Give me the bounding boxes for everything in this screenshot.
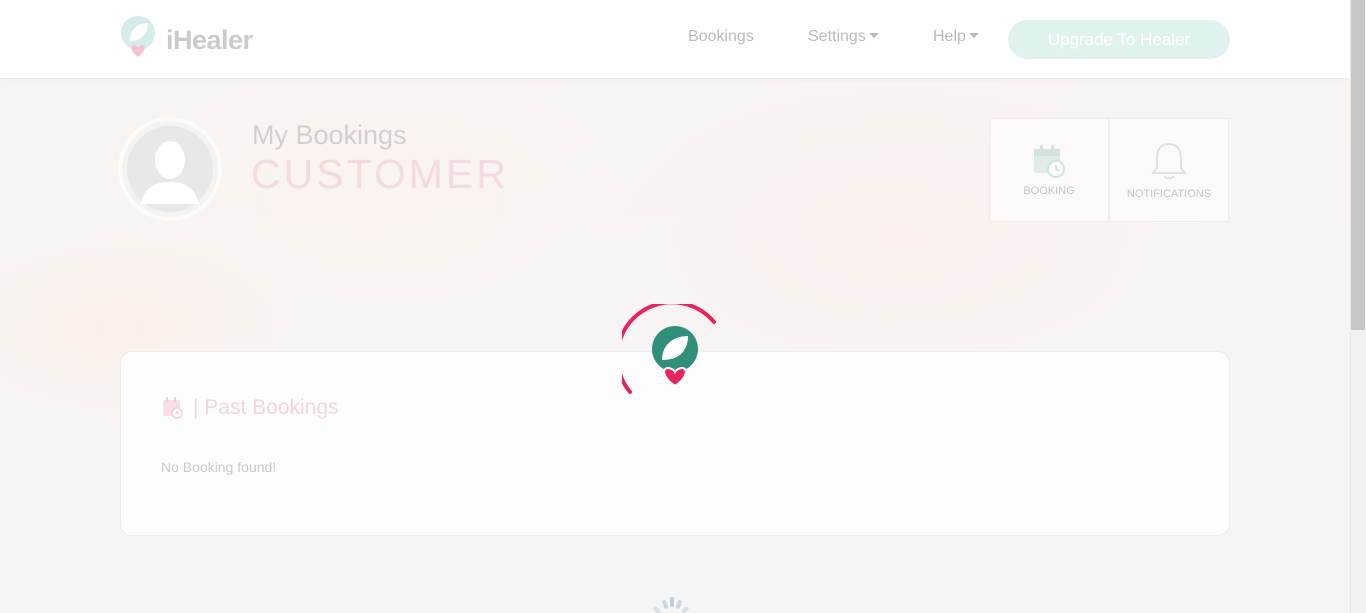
brand-name: iHealer <box>166 24 253 55</box>
past-bookings-header: | Past Bookings <box>161 396 339 420</box>
upgrade-to-healer-button[interactable]: Upgrade To Healer <box>1008 20 1230 59</box>
nav-help-dropdown[interactable]: Help <box>933 28 979 46</box>
booking-tile-label: BOOKING <box>1023 185 1075 197</box>
scrollbar-thumb[interactable] <box>1351 0 1365 330</box>
loading-dots-icon <box>653 597 689 613</box>
navbar: iHealer Bookings Settings Help Upgrade T… <box>0 0 1350 79</box>
bell-icon <box>1150 142 1188 180</box>
notifications-tile-label: NOTIFICATIONS <box>1126 188 1212 200</box>
page-subtitle: My Bookings <box>252 120 407 150</box>
spinner-icon <box>622 304 716 394</box>
nav-settings-label: Settings <box>808 28 866 45</box>
nav-help-label: Help <box>933 28 966 45</box>
avatar <box>122 121 218 217</box>
brand-logo[interactable]: iHealer <box>118 14 268 66</box>
chevron-down-icon <box>868 33 879 38</box>
past-bookings-heading: | Past Bookings <box>193 396 339 419</box>
nav-settings-dropdown[interactable]: Settings <box>808 28 879 46</box>
leaf-heart-logo-icon <box>121 16 155 57</box>
calendar-clock-icon <box>163 397 183 419</box>
page-title: CUSTOMER <box>251 151 509 197</box>
nav-bookings-link[interactable]: Bookings <box>688 28 754 46</box>
empty-bookings-message: No Booking found! <box>161 459 277 475</box>
calendar-clock-icon <box>1034 145 1065 178</box>
booking-tile[interactable]: BOOKING <box>989 118 1109 222</box>
user-silhouette-icon <box>127 126 213 212</box>
notifications-tile[interactable]: NOTIFICATIONS <box>1109 118 1229 222</box>
chevron-down-icon <box>968 33 979 38</box>
